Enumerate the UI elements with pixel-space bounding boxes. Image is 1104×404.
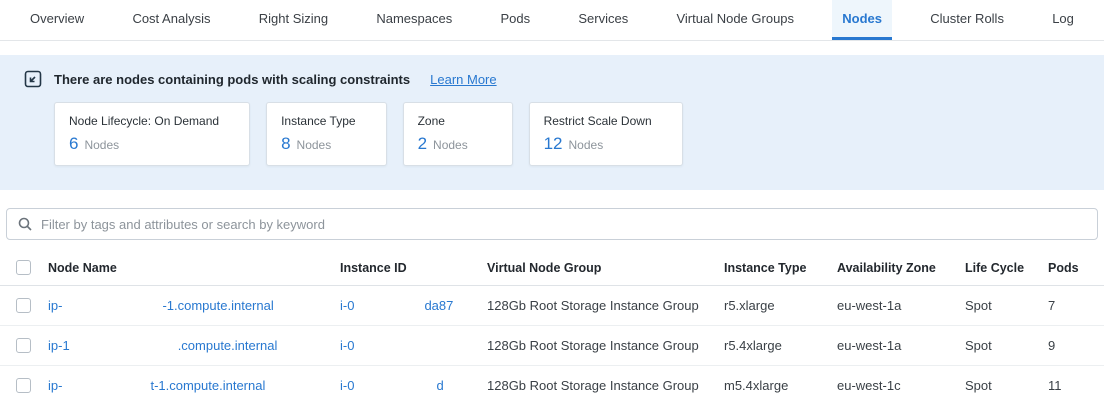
constraint-cards: Node Lifecycle: On Demand 6 Nodes Instan… <box>54 102 1080 166</box>
search-input[interactable] <box>41 217 1087 232</box>
tab-virtual-node-groups[interactable]: Virtual Node Groups <box>666 0 804 40</box>
instance-id-link[interactable]: i-0d <box>340 378 487 393</box>
card-unit: Nodes <box>569 138 604 152</box>
col-life-cycle: Life Cycle <box>965 261 1048 275</box>
tab-cluster-rolls[interactable]: Cluster Rolls <box>920 0 1014 40</box>
node-name-link[interactable]: ip--1.compute.internal <box>48 298 340 313</box>
card-count: 6 <box>69 134 78 154</box>
filter-search-bar[interactable] <box>6 208 1098 240</box>
search-icon <box>17 216 33 232</box>
availability-zone-cell: eu-west-1a <box>837 298 965 313</box>
card-unit: Nodes <box>297 138 332 152</box>
card-title: Node Lifecycle: On Demand <box>69 114 219 128</box>
scaling-constraint-icon <box>24 70 42 88</box>
tab-log[interactable]: Log <box>1042 0 1084 40</box>
tab-nodes[interactable]: Nodes <box>832 0 892 40</box>
table-row: ip-1.compute.internal i-0 128Gb Root Sto… <box>0 326 1104 366</box>
table-header-row: Node Name Instance ID Virtual Node Group… <box>0 250 1104 286</box>
card-instance-type[interactable]: Instance Type 8 Nodes <box>266 102 387 166</box>
row-checkbox[interactable] <box>16 338 31 353</box>
tab-bar: Overview Cost Analysis Right Sizing Name… <box>0 0 1104 41</box>
instance-type-cell: m5.4xlarge <box>724 378 837 393</box>
node-name-link[interactable]: ip-1.compute.internal <box>48 338 340 353</box>
col-pods: Pods <box>1048 261 1104 275</box>
card-count: 12 <box>544 134 563 154</box>
card-unit: Nodes <box>433 138 468 152</box>
col-instance-id: Instance ID <box>340 261 487 275</box>
life-cycle-cell: Spot <box>965 338 1048 353</box>
learn-more-link[interactable]: Learn More <box>430 72 496 87</box>
scaling-constraints-banner: There are nodes containing pods with sca… <box>0 55 1104 190</box>
availability-zone-cell: eu-west-1c <box>837 378 965 393</box>
col-instance-type: Instance Type <box>724 261 837 275</box>
tab-cost-analysis[interactable]: Cost Analysis <box>122 0 220 40</box>
availability-zone-cell: eu-west-1a <box>837 338 965 353</box>
nodes-table: Node Name Instance ID Virtual Node Group… <box>0 250 1104 404</box>
life-cycle-cell: Spot <box>965 298 1048 313</box>
card-count: 2 <box>418 134 427 154</box>
col-node-name: Node Name <box>48 261 340 275</box>
instance-id-link[interactable]: i-0da87 <box>340 298 487 313</box>
card-title: Instance Type <box>281 114 356 128</box>
row-checkbox[interactable] <box>16 298 31 313</box>
row-checkbox[interactable] <box>16 378 31 393</box>
tab-pods[interactable]: Pods <box>490 0 540 40</box>
instance-id-link[interactable]: i-0 <box>340 338 487 353</box>
card-restrict-scale-down[interactable]: Restrict Scale Down 12 Nodes <box>529 102 683 166</box>
banner-message: There are nodes containing pods with sca… <box>54 72 410 87</box>
col-virtual-node-group: Virtual Node Group <box>487 261 724 275</box>
card-count: 8 <box>281 134 290 154</box>
pods-cell: 7 <box>1048 298 1104 313</box>
tab-services[interactable]: Services <box>568 0 638 40</box>
card-unit: Nodes <box>84 138 119 152</box>
virtual-node-group-cell: 128Gb Root Storage Instance Group <box>487 378 724 393</box>
card-zone[interactable]: Zone 2 Nodes <box>403 102 513 166</box>
table-row: ip-t-1.compute.internal i-0d 128Gb Root … <box>0 366 1104 404</box>
card-title: Zone <box>418 114 482 128</box>
card-node-lifecycle[interactable]: Node Lifecycle: On Demand 6 Nodes <box>54 102 250 166</box>
instance-type-cell: r5.xlarge <box>724 298 837 313</box>
virtual-node-group-cell: 128Gb Root Storage Instance Group <box>487 338 724 353</box>
pods-cell: 9 <box>1048 338 1104 353</box>
select-all-checkbox[interactable] <box>16 260 31 275</box>
life-cycle-cell: Spot <box>965 378 1048 393</box>
col-availability-zone: Availability Zone <box>837 261 965 275</box>
instance-type-cell: r5.4xlarge <box>724 338 837 353</box>
tab-namespaces[interactable]: Namespaces <box>366 0 462 40</box>
card-title: Restrict Scale Down <box>544 114 652 128</box>
tab-overview[interactable]: Overview <box>20 0 94 40</box>
virtual-node-group-cell: 128Gb Root Storage Instance Group <box>487 298 724 313</box>
tab-right-sizing[interactable]: Right Sizing <box>249 0 338 40</box>
node-name-link[interactable]: ip-t-1.compute.internal <box>48 378 340 393</box>
pods-cell: 11 <box>1048 378 1104 393</box>
table-row: ip--1.compute.internal i-0da87 128Gb Roo… <box>0 286 1104 326</box>
